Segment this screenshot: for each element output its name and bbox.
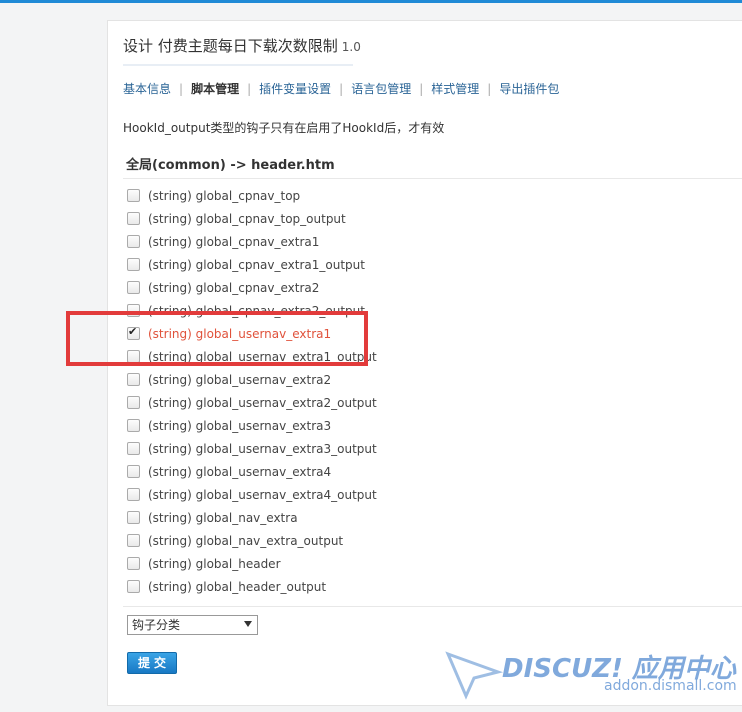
hook-item[interactable]: (string) global_nav_extra (127, 506, 377, 529)
plugin-title: 设计 付费主题每日下载次数限制 (123, 37, 338, 55)
tab-separator: | (419, 82, 424, 96)
hook-label: (string) global_nav_extra (148, 510, 298, 525)
hook-checkbox[interactable] (127, 442, 140, 455)
hook-item[interactable]: (string) global_cpnav_top (127, 184, 377, 207)
tab-basic-info[interactable]: 基本信息 (123, 82, 171, 96)
hook-item[interactable]: (string) global_nav_extra_output (127, 529, 377, 552)
hook-checkbox[interactable] (127, 212, 140, 225)
list-divider (123, 606, 742, 607)
hook-label: (string) global_cpnav_extra1 (148, 234, 320, 249)
hook-item[interactable]: (string) global_cpnav_extra1 (127, 230, 377, 253)
hook-item[interactable]: (string) global_usernav_extra4 (127, 460, 377, 483)
tab-script-management[interactable]: 脚本管理 (191, 82, 239, 96)
hook-category-selected: 钩子分类 (132, 618, 181, 632)
tab-separator: | (247, 82, 252, 96)
hook-item[interactable]: (string) global_usernav_extra2 (127, 368, 377, 391)
hook-item[interactable]: (string) global_usernav_extra2_output (127, 391, 377, 414)
group-divider (123, 178, 742, 179)
hook-label: (string) global_header (148, 556, 281, 571)
hook-label: (string) global_usernav_extra3_output (148, 441, 377, 456)
hook-checkbox[interactable] (127, 189, 140, 202)
chevron-down-icon (244, 621, 252, 627)
hook-checkbox[interactable] (127, 557, 140, 570)
hook-label: (string) global_cpnav_top_output (148, 211, 346, 226)
page-title: 设计 付费主题每日下载次数限制 1.0 (123, 35, 361, 56)
tab-bar: 基本信息 | 脚本管理 | 插件变量设置 | 语言包管理 | 样式管理 | 导出插件包 (123, 80, 559, 97)
hook-checkbox[interactable] (127, 534, 140, 547)
hook-list: (string) global_cpnav_top (string) global… (127, 184, 377, 598)
hook-label: (string) global_cpnav_extra2 (148, 280, 320, 295)
top-accent-strip (0, 0, 742, 3)
hook-item[interactable]: (string) global_usernav_extra3 (127, 414, 377, 437)
hook-category-select[interactable]: 钩子分类 (127, 615, 258, 635)
annotation-highlight-box (66, 311, 368, 366)
hook-label: (string) global_usernav_extra4 (148, 464, 332, 479)
tab-separator: | (339, 82, 344, 96)
hook-label: (string) global_usernav_extra4_output (148, 487, 377, 502)
plugin-version: 1.0 (341, 40, 361, 54)
hook-item[interactable]: (string) global_cpnav_extra1_output (127, 253, 377, 276)
cursor-logo-icon (445, 651, 504, 700)
tab-language-pack[interactable]: 语言包管理 (351, 82, 411, 96)
hook-label: (string) global_header_output (148, 579, 327, 594)
hook-item[interactable]: (string) global_header_output (127, 575, 377, 598)
hook-item[interactable]: (string) global_usernav_extra4_output (127, 483, 377, 506)
hook-item[interactable]: (string) global_cpnav_top_output (127, 207, 377, 230)
hook-group-heading: 全局(common) -> header.htm (126, 158, 335, 173)
watermark-site: addon.dismall.com (604, 678, 737, 694)
hook-item[interactable]: (string) global_cpnav_extra2 (127, 276, 377, 299)
hook-checkbox[interactable] (127, 235, 140, 248)
hook-checkbox[interactable] (127, 488, 140, 501)
submit-button[interactable]: 提交 (127, 652, 177, 674)
hook-item[interactable]: (string) global_header (127, 552, 377, 575)
hook-notice: HookId_output类型的钩子只有在启用了HookId后，才有效 (123, 121, 445, 135)
hook-checkbox[interactable] (127, 281, 140, 294)
tab-separator: | (179, 82, 184, 96)
hook-label: (string) global_usernav_extra2 (148, 372, 332, 387)
hook-label: (string) global_cpnav_extra1_output (148, 257, 365, 272)
discuz-watermark: DISCUZ! 应用中心 addon.dismall.com (444, 646, 737, 706)
hook-checkbox[interactable] (127, 511, 140, 524)
hook-checkbox[interactable] (127, 373, 140, 386)
hook-checkbox[interactable] (127, 396, 140, 409)
hook-label: (string) global_usernav_extra3 (148, 418, 332, 433)
title-underline (123, 64, 353, 66)
hook-checkbox[interactable] (127, 419, 140, 432)
tab-separator: | (487, 82, 492, 96)
hook-checkbox[interactable] (127, 258, 140, 271)
hook-label: (string) global_nav_extra_output (148, 533, 344, 548)
hook-label: (string) global_usernav_extra2_output (148, 395, 377, 410)
tab-style-management[interactable]: 样式管理 (431, 82, 479, 96)
hook-checkbox[interactable] (127, 465, 140, 478)
tab-plugin-variables[interactable]: 插件变量设置 (259, 82, 331, 96)
hook-item[interactable]: (string) global_usernav_extra3_output (127, 437, 377, 460)
tab-export-plugin[interactable]: 导出插件包 (499, 82, 559, 96)
hook-checkbox[interactable] (127, 580, 140, 593)
hook-label: (string) global_cpnav_top (148, 188, 301, 203)
